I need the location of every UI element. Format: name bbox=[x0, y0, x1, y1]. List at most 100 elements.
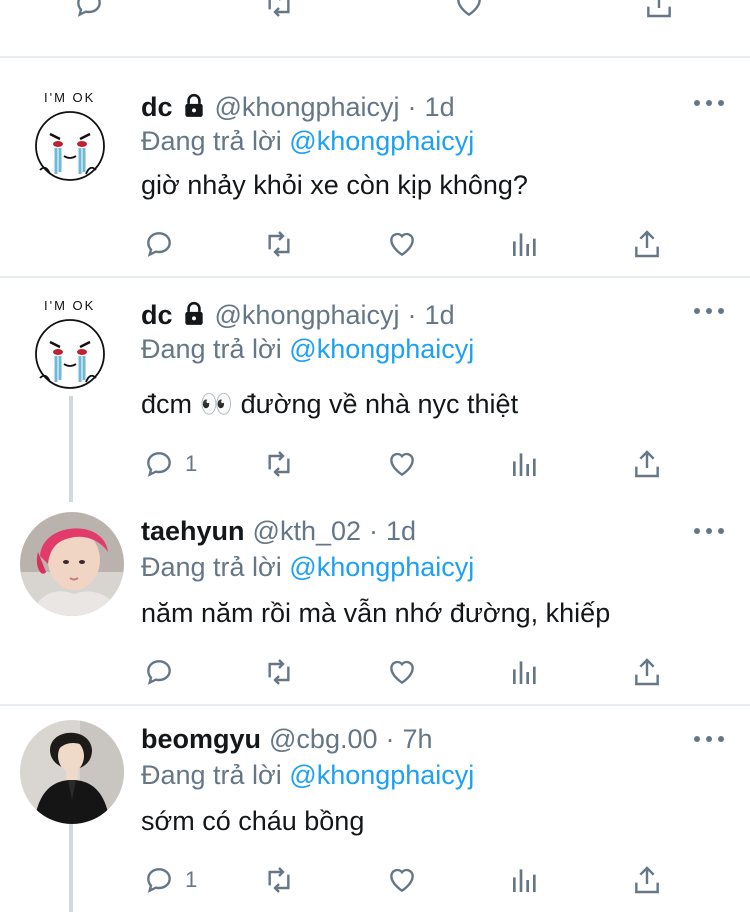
retweet-button[interactable] bbox=[263, 446, 295, 482]
reply-button[interactable] bbox=[73, 0, 105, 22]
pink-hair-photo bbox=[20, 512, 124, 616]
more-button[interactable] bbox=[694, 100, 724, 108]
display-name[interactable]: beomgyu bbox=[141, 724, 261, 755]
tweet-header: taehyun @kth_02 · 1d bbox=[141, 516, 416, 550]
svg-text:I'M OK: I'M OK bbox=[44, 298, 95, 313]
share-button[interactable] bbox=[631, 226, 663, 262]
retweet-icon bbox=[268, 0, 290, 17]
tweet-actions bbox=[141, 654, 671, 690]
reply-icon bbox=[147, 660, 171, 685]
replying-prefix: Đang trả lời bbox=[141, 126, 282, 156]
avatar[interactable] bbox=[20, 720, 124, 824]
replying-prefix: Đang trả lời bbox=[141, 760, 282, 790]
timestamp[interactable]: 1d bbox=[386, 516, 416, 547]
mention-link[interactable]: @khongphaicyj bbox=[289, 552, 474, 582]
tweet-header: dc @khongphaicyj · 1d bbox=[141, 90, 455, 124]
partial-tweet-actions bbox=[0, 0, 750, 56]
separator: · bbox=[407, 300, 417, 330]
timestamp[interactable]: 1d bbox=[425, 300, 455, 331]
like-icon bbox=[390, 232, 414, 257]
retweet-button[interactable] bbox=[263, 862, 295, 898]
black-suit-photo bbox=[20, 720, 124, 824]
like-icon bbox=[457, 0, 481, 17]
replying-prefix: Đang trả lời bbox=[141, 334, 282, 364]
im-ok-sticker: I'M OK bbox=[20, 292, 124, 396]
mention-link[interactable]: @khongphaicyj bbox=[289, 334, 474, 364]
reply-button[interactable]: 1 bbox=[143, 446, 197, 482]
more-button[interactable] bbox=[694, 308, 724, 316]
thread-line bbox=[69, 396, 73, 502]
share-button[interactable] bbox=[631, 862, 663, 898]
reply-icon bbox=[147, 868, 171, 893]
im-ok-sticker: I'M OK bbox=[20, 84, 124, 188]
tweet[interactable]: taehyun @kth_02 · 1d Đang trả lời @khong… bbox=[0, 502, 750, 704]
share-icon bbox=[635, 450, 659, 478]
tweet[interactable]: I'M OK dc @khongphaicyj · 1d Đang trả lờ… bbox=[0, 278, 750, 502]
more-icon bbox=[694, 736, 700, 742]
username[interactable]: @cbg.00 bbox=[269, 724, 377, 755]
share-button[interactable] bbox=[643, 0, 675, 22]
more-button[interactable] bbox=[694, 528, 724, 536]
share-button[interactable] bbox=[631, 654, 663, 690]
retweet-icon bbox=[268, 659, 290, 685]
thread-line bbox=[69, 824, 73, 912]
share-button[interactable] bbox=[631, 446, 663, 482]
timestamp[interactable]: 1d bbox=[425, 92, 455, 123]
mention-link[interactable]: @khongphaicyj bbox=[289, 760, 474, 790]
more-icon bbox=[694, 308, 700, 314]
lock-icon bbox=[184, 301, 203, 325]
avatar[interactable]: I'M OK bbox=[20, 84, 124, 188]
username[interactable]: @kth_02 bbox=[253, 516, 361, 547]
stats-button[interactable] bbox=[509, 226, 541, 262]
stats-icon bbox=[513, 233, 536, 256]
tweet[interactable]: I'M OK dc @khongphaicyj · 1d Đang trả lờ… bbox=[0, 58, 750, 276]
timestamp[interactable]: 7h bbox=[403, 724, 433, 755]
display-name[interactable]: dc bbox=[141, 300, 173, 331]
retweet-icon bbox=[268, 231, 290, 257]
stats-button[interactable] bbox=[509, 446, 541, 482]
share-icon bbox=[635, 658, 659, 686]
svg-text:I'M OK: I'M OK bbox=[44, 90, 95, 105]
more-icon bbox=[694, 100, 700, 106]
stats-button[interactable] bbox=[509, 862, 541, 898]
replying-prefix: Đang trả lời bbox=[141, 552, 282, 582]
like-button[interactable] bbox=[386, 654, 418, 690]
more-button[interactable] bbox=[694, 736, 724, 744]
like-button[interactable] bbox=[386, 862, 418, 898]
retweet-icon bbox=[268, 867, 290, 893]
like-button[interactable] bbox=[386, 226, 418, 262]
tweet[interactable]: beomgyu @cbg.00 · 7h Đang trả lời @khong… bbox=[0, 706, 750, 912]
retweet-button[interactable] bbox=[263, 0, 295, 22]
like-button[interactable] bbox=[453, 0, 485, 22]
tweet-text: đcm 👀 đường về nhà nyc thiệt bbox=[141, 389, 519, 419]
reply-count: 1 bbox=[185, 867, 198, 892]
like-icon bbox=[390, 660, 414, 685]
display-name[interactable]: dc bbox=[141, 92, 173, 123]
display-name[interactable]: taehyun bbox=[141, 516, 245, 547]
separator: · bbox=[385, 724, 395, 754]
avatar[interactable] bbox=[20, 512, 124, 616]
username[interactable]: @khongphaicyj bbox=[215, 300, 400, 331]
tweet-text: sớm có cháu bồng bbox=[141, 806, 365, 836]
retweet-button[interactable] bbox=[263, 226, 295, 262]
share-icon bbox=[635, 230, 659, 258]
like-button[interactable] bbox=[386, 446, 418, 482]
stats-icon bbox=[513, 661, 536, 684]
more-icon bbox=[694, 528, 700, 534]
reply-button[interactable] bbox=[143, 654, 185, 690]
username[interactable]: @khongphaicyj bbox=[215, 92, 400, 123]
stats-button[interactable] bbox=[509, 654, 541, 690]
retweet-icon bbox=[268, 451, 290, 477]
mention-link[interactable]: @khongphaicyj bbox=[289, 126, 474, 156]
like-icon bbox=[390, 868, 414, 893]
separator: · bbox=[407, 92, 417, 122]
tweet-text: năm năm rồi mà vẫn nhớ đường, khiếp bbox=[141, 598, 611, 628]
reply-button[interactable]: 1 bbox=[143, 862, 197, 898]
share-icon bbox=[635, 866, 659, 894]
tweet-text: giờ nhảy khỏi xe còn kịp không? bbox=[141, 170, 528, 200]
separator: · bbox=[369, 516, 379, 546]
retweet-button[interactable] bbox=[263, 654, 295, 690]
avatar[interactable]: I'M OK bbox=[20, 292, 124, 396]
reply-count: 1 bbox=[185, 451, 198, 476]
reply-button[interactable] bbox=[143, 226, 185, 262]
